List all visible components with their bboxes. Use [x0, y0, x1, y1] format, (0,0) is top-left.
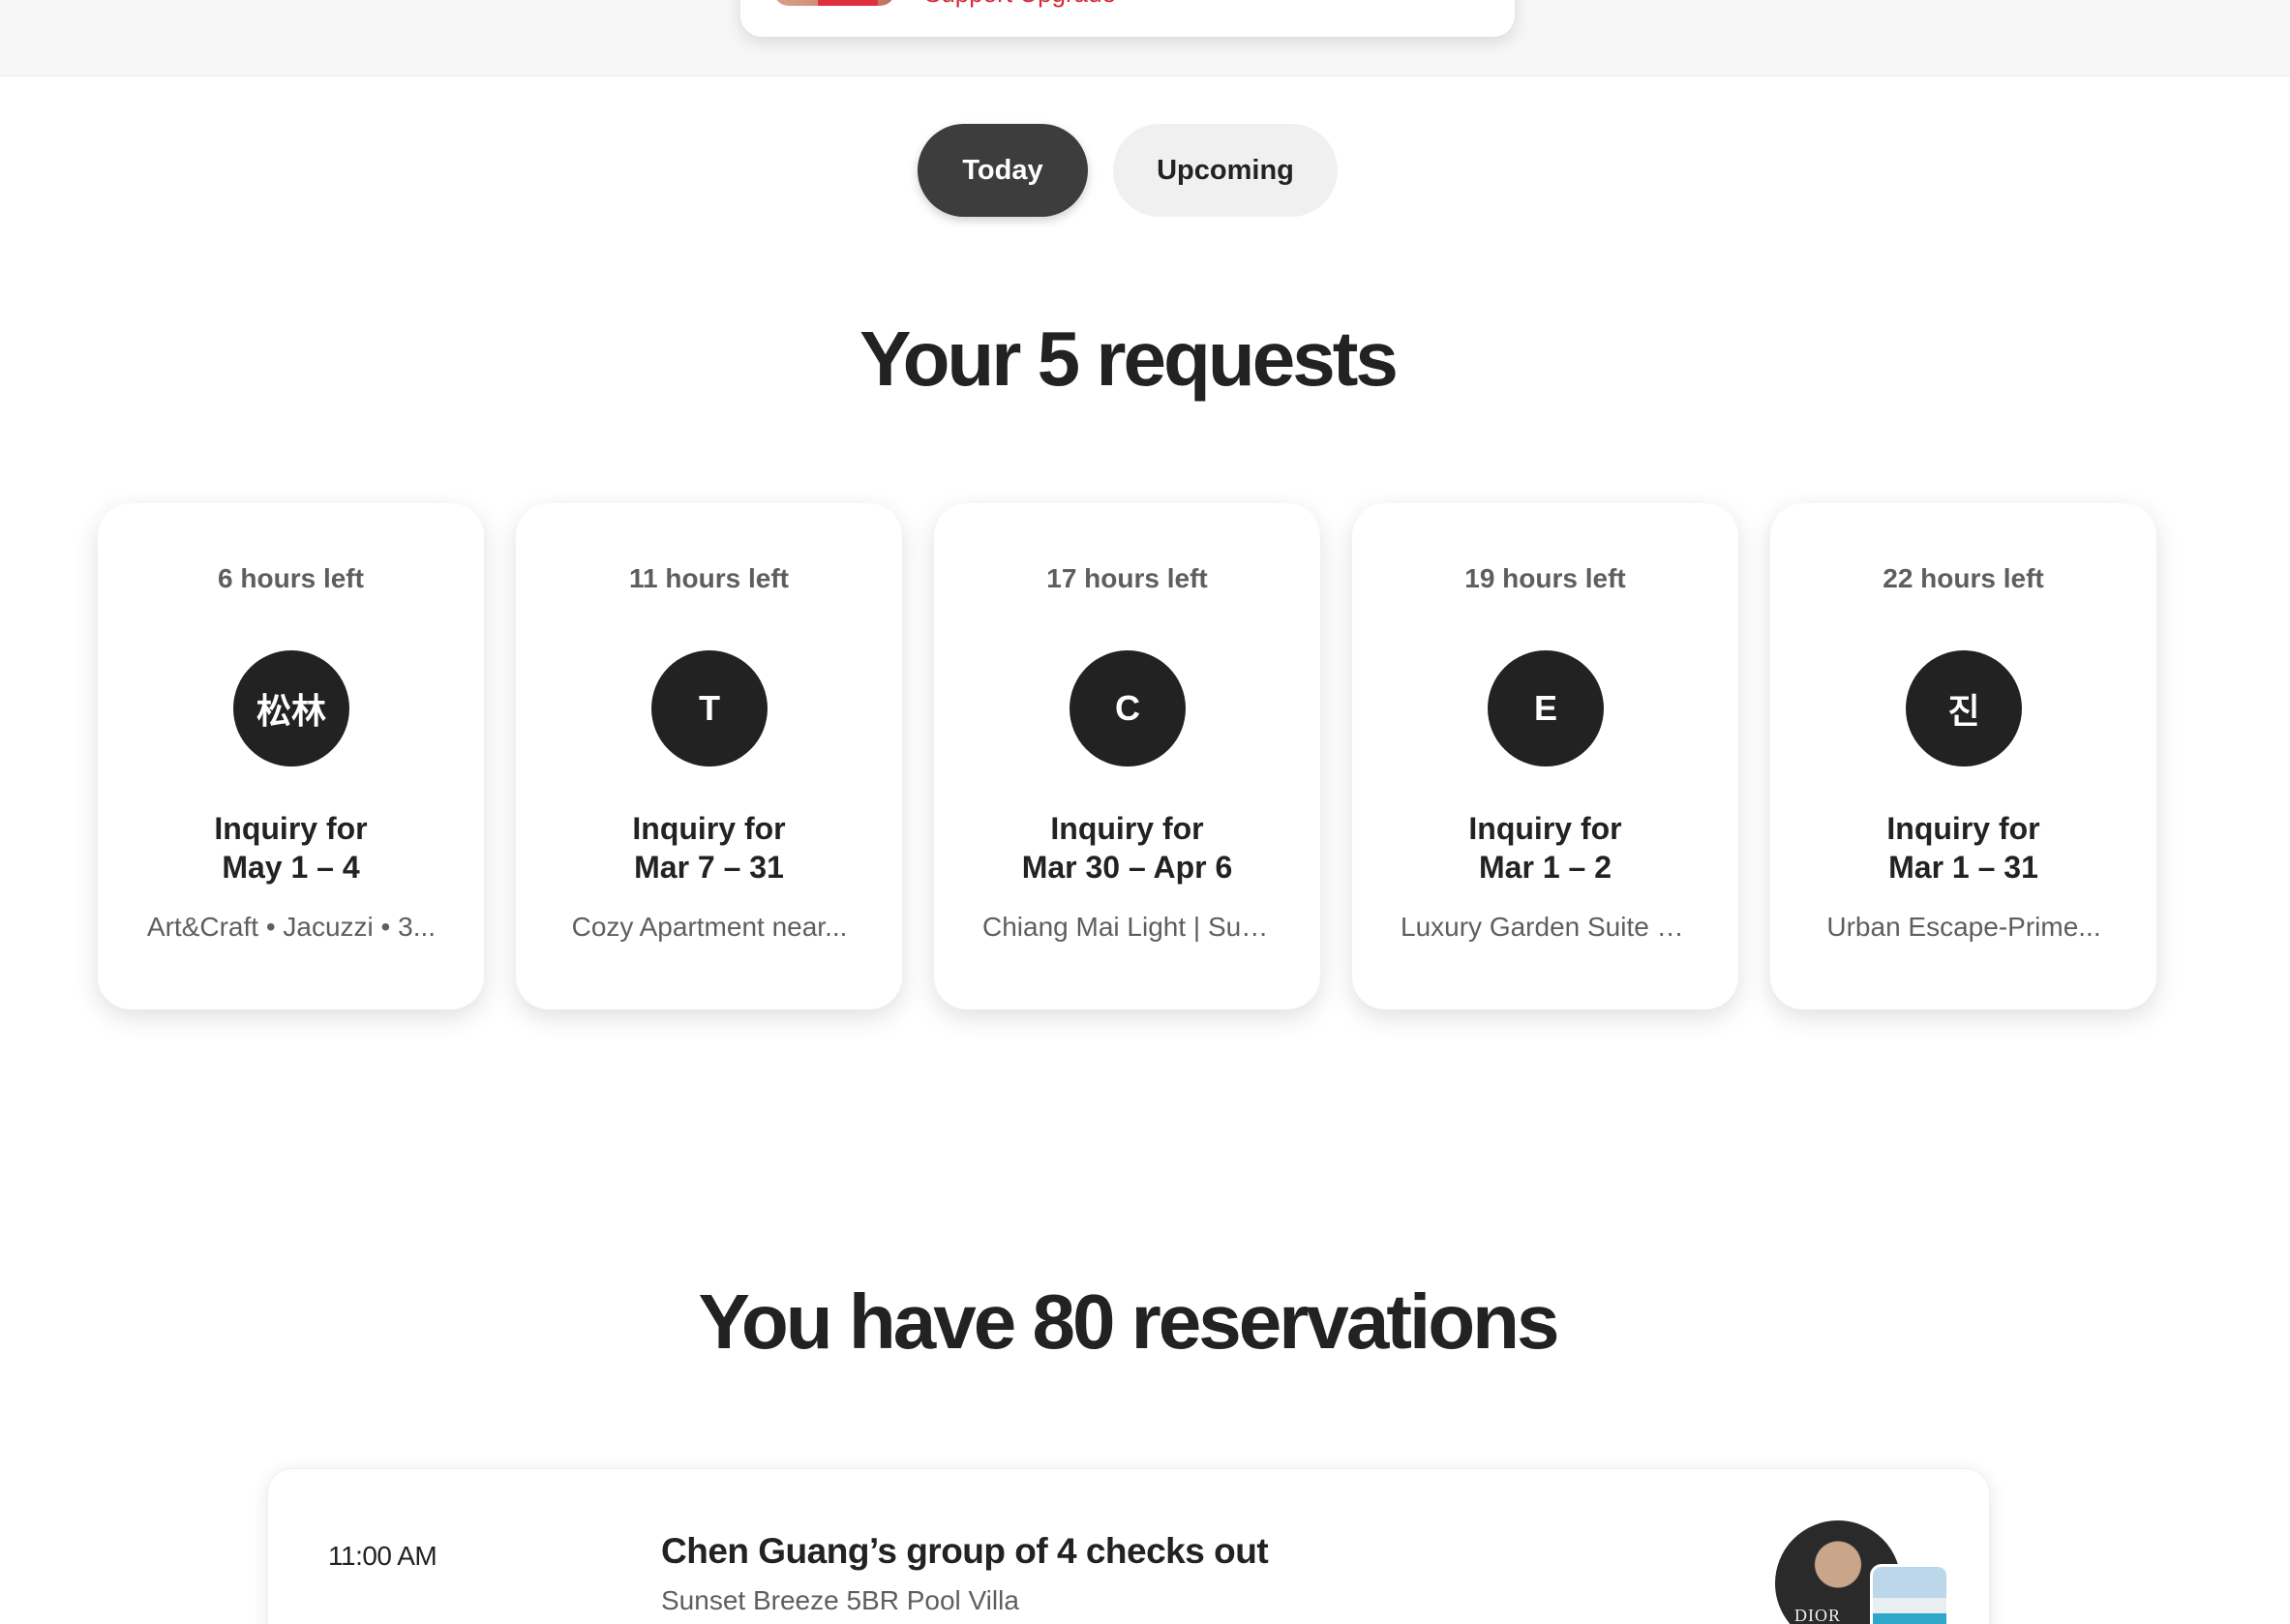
request-card[interactable]: 6 hours left 松林 Inquiry for May 1 – 4 Ar… — [98, 503, 484, 1009]
inquiry-label: Inquiry for — [1468, 811, 1622, 846]
reservation-row[interactable]: 11:00 AM Chen Guang’s group of 4 checks … — [267, 1468, 1990, 1624]
inquiry-range: Mar 7 – 31 — [634, 850, 784, 885]
time-left: 22 hours left — [1883, 563, 2044, 593]
listing-name: Cozy Apartment near... — [571, 912, 848, 942]
promo-text[interactable]: Support Upgrade — [924, 0, 1116, 9]
listing-name: Chiang Mai Light | Suan.. — [982, 912, 1273, 942]
top-banner-strip: Support Upgrade — [0, 0, 2290, 76]
listing-name: Art&Craft • Jacuzzi • 3... — [146, 912, 437, 942]
reservation-time: 11:00 AM — [328, 1541, 437, 1571]
tab-today[interactable]: Today — [918, 124, 1088, 217]
reservation-listing: Sunset Breeze 5BR Pool Villa — [661, 1585, 1019, 1615]
tab-upcoming[interactable]: Upcoming — [1113, 124, 1338, 217]
guest-avatar: 松林 — [233, 650, 349, 767]
inquiry-label: Inquiry for — [214, 811, 368, 846]
shirt-logo-text: DIOR — [1794, 1606, 1841, 1624]
guest-avatar: T — [651, 650, 768, 767]
inquiry-range: Mar 30 – Apr 6 — [1021, 850, 1233, 885]
time-left: 17 hours left — [1046, 563, 1208, 593]
view-tabs: Today Upcoming — [918, 124, 1338, 217]
inquiry-label: Inquiry for — [1886, 811, 2040, 846]
request-card[interactable]: 22 hours left 진 Inquiry for Mar 1 – 31 U… — [1770, 503, 2156, 1009]
time-left: 6 hours left — [218, 563, 364, 593]
promo-badge — [818, 0, 878, 6]
inquiry-label: Inquiry for — [632, 811, 786, 846]
reservations-heading: You have 80 reservations — [698, 1278, 1560, 1365]
time-left: 19 hours left — [1464, 563, 1626, 593]
request-card[interactable]: 11 hours left T Inquiry for Mar 7 – 31 C… — [516, 503, 902, 1009]
inquiry-dates: Inquiry for Mar 7 – 31 — [516, 809, 902, 887]
inquiry-range: Mar 1 – 31 — [1888, 850, 2038, 885]
request-card[interactable]: 19 hours left E Inquiry for Mar 1 – 2 Lu… — [1352, 503, 1738, 1009]
listing-name: Urban Escape-Prime... — [1826, 912, 2101, 942]
request-card[interactable]: 17 hours left C Inquiry for Mar 30 – Apr… — [934, 503, 1320, 1009]
requests-heading: Your 5 requests — [859, 316, 1399, 402]
inquiry-dates: Inquiry for Mar 1 – 2 — [1352, 809, 1738, 887]
time-left: 11 hours left — [629, 563, 789, 593]
inquiry-dates: Inquiry for Mar 1 – 31 — [1770, 809, 2156, 887]
inquiry-label: Inquiry for — [1050, 811, 1204, 846]
guest-avatar: C — [1070, 650, 1186, 767]
guest-avatar: E — [1488, 650, 1604, 767]
today-page: Support Upgrade Today Upcoming Your 5 re… — [0, 0, 2290, 1624]
request-cards: 6 hours left 松林 Inquiry for May 1 – 4 Ar… — [98, 503, 2156, 1009]
inquiry-range: Mar 1 – 2 — [1479, 850, 1612, 885]
listing-name: Luxury Garden Suite at.. — [1401, 912, 1691, 942]
inquiry-dates: Inquiry for May 1 – 4 — [98, 809, 484, 887]
listing-thumbnail — [1870, 1564, 1949, 1624]
inquiry-range: May 1 – 4 — [222, 850, 360, 885]
promo-card[interactable]: Support Upgrade — [740, 0, 1515, 37]
reservation-title: Chen Guang’s group of 4 checks out — [661, 1531, 1269, 1571]
inquiry-dates: Inquiry for Mar 30 – Apr 6 — [934, 809, 1320, 887]
guest-avatar: 진 — [1906, 650, 2022, 767]
